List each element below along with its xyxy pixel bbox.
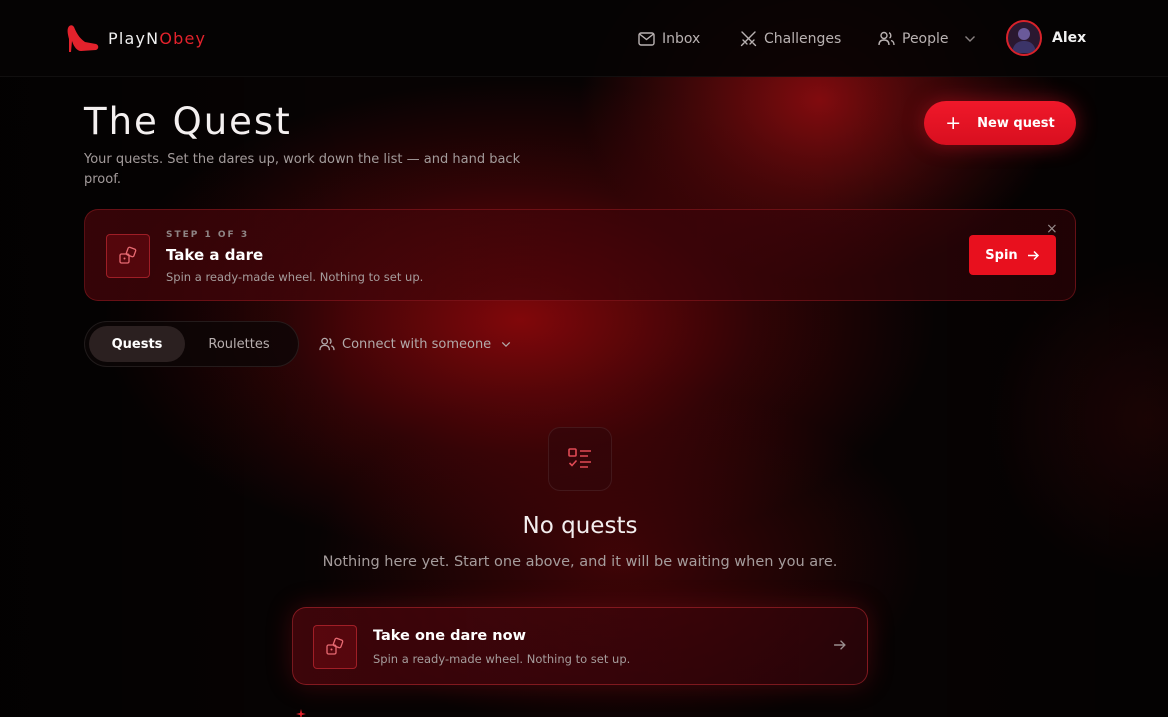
dare-card-title: Take one dare now — [373, 628, 526, 644]
view-tabs: Quests Roulettes — [84, 321, 299, 367]
step-indicator: STEP 1 OF 3 — [166, 230, 250, 240]
brand-name: PlayNObey — [108, 28, 207, 48]
empty-state-title: No quests — [522, 513, 638, 539]
high-heel-icon — [67, 25, 99, 52]
user-name: Alex — [1052, 30, 1087, 46]
plus-icon: + — [945, 111, 962, 134]
new-quest-label: New quest — [977, 115, 1055, 131]
tab-quests[interactable]: Quests — [89, 326, 185, 362]
nav-inbox[interactable]: Inbox — [638, 0, 700, 77]
users-icon — [878, 31, 895, 46]
top-navbar: PlayNObey Inbox Challenges People Alex — [0, 0, 1168, 77]
empty-state-description: Nothing here yet. Start one above, and i… — [322, 554, 838, 570]
connect-dropdown[interactable]: Connect with someone — [319, 321, 511, 367]
arrow-right-icon — [834, 640, 846, 650]
spin-label: Spin — [985, 247, 1018, 263]
avatar — [1006, 20, 1042, 56]
onboarding-step-card: STEP 1 OF 3 Take a dare Spin a ready-mad… — [84, 209, 1076, 301]
nav-people-dropdown[interactable]: People — [878, 0, 976, 77]
tab-roulettes[interactable]: Roulettes — [189, 326, 289, 362]
users-icon — [319, 337, 335, 351]
chevron-down-icon — [964, 35, 975, 42]
page-title: The Quest — [84, 100, 292, 143]
nav-challenges-label: Challenges — [764, 30, 842, 47]
new-quest-button[interactable]: + New quest — [924, 101, 1076, 145]
mail-icon — [638, 31, 655, 46]
checklist-icon-box — [548, 427, 612, 491]
crossed-swords-icon — [740, 31, 757, 47]
sparkles-section-header — [296, 708, 310, 717]
arrow-right-icon — [1027, 250, 1039, 260]
nav-inbox-label: Inbox — [662, 30, 701, 47]
dice-icon-box — [313, 625, 357, 669]
user-silhouette-icon — [1012, 28, 1036, 53]
connect-label: Connect with someone — [342, 336, 492, 352]
step-title: Take a dare — [166, 246, 264, 264]
chevron-down-icon — [501, 341, 511, 347]
checklist-icon — [568, 448, 591, 468]
page: PlayNObey Inbox Challenges People Alex T… — [0, 0, 1168, 717]
brand-logo[interactable]: PlayNObey — [66, 22, 206, 54]
take-dare-card[interactable]: Take one dare now Spin a ready-made whee… — [292, 607, 868, 685]
dice-icon — [326, 637, 344, 655]
spin-button[interactable]: Spin — [969, 235, 1056, 275]
dare-card-description: Spin a ready-made wheel. Nothing to set … — [373, 652, 631, 666]
step-description: Spin a ready-made wheel. Nothing to set … — [166, 270, 424, 284]
dice-icon — [119, 246, 137, 264]
dice-icon-box — [106, 234, 150, 278]
nav-people-label: People — [902, 30, 949, 47]
nav-challenges[interactable]: Challenges — [740, 0, 841, 77]
user-menu[interactable]: Alex — [1006, 20, 1086, 56]
sparkles-icon — [296, 709, 306, 717]
page-subtitle: Your quests. Set the dares up, work down… — [84, 152, 521, 187]
close-icon[interactable]: × — [1046, 222, 1058, 236]
